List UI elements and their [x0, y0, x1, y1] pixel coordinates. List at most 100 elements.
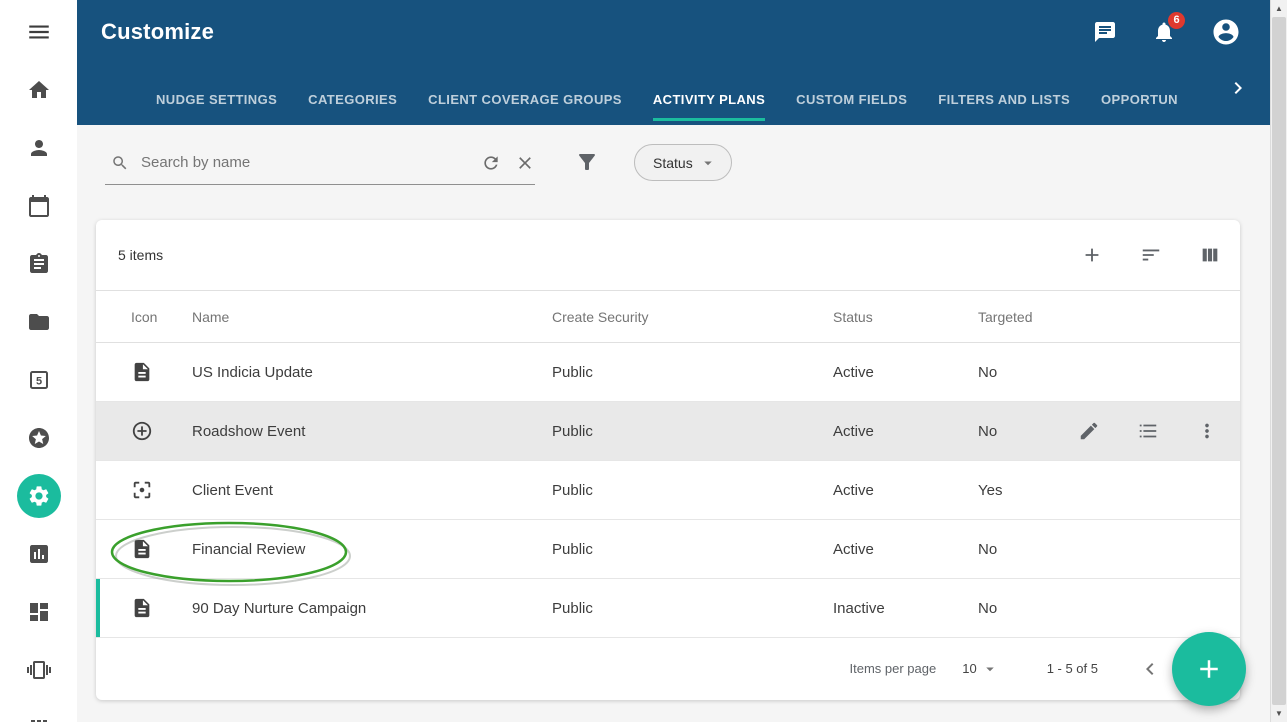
add-circle-icon	[131, 420, 153, 442]
table-row[interactable]: US Indicia Update Public Active No	[96, 343, 1240, 402]
pagination-bar: Items per page 10 1 - 5 of 5	[96, 638, 1240, 699]
table-row[interactable]: Roadshow Event Public Active No	[96, 402, 1240, 461]
hamburger-menu-button[interactable]	[17, 10, 61, 54]
settings-gear-icon	[27, 484, 51, 508]
left-nav-rail	[0, 0, 77, 722]
row-list-button[interactable]	[1137, 420, 1159, 442]
sidebar-item-home[interactable]	[17, 68, 61, 112]
previous-page-button[interactable]	[1138, 657, 1162, 681]
tab-categories[interactable]: CATEGORIES	[308, 92, 397, 121]
scrollbar-thumb[interactable]	[1272, 17, 1286, 705]
items-count: 5 items	[118, 247, 163, 263]
caret-down-icon	[699, 154, 717, 172]
sidebar-item-dashboard[interactable]	[17, 590, 61, 634]
sidebar-item-five[interactable]	[17, 358, 61, 402]
page-title: Customize	[101, 19, 214, 45]
table-row[interactable]: Financial Review Public Active No	[96, 520, 1240, 579]
sidebar-item-apps[interactable]	[17, 706, 61, 722]
row-more-button[interactable]	[1196, 420, 1218, 442]
page-size-select[interactable]: 10	[962, 660, 998, 678]
column-header-create-security[interactable]: Create Security	[552, 309, 833, 325]
sidebar-item-mobile[interactable]	[17, 648, 61, 692]
tabs-scroll-right-button[interactable]	[1226, 76, 1250, 100]
account-button[interactable]	[1211, 17, 1241, 47]
row-create-security: Public	[552, 541, 833, 558]
add-activity-plan-fab[interactable]	[1172, 632, 1246, 706]
row-name: Client Event	[192, 482, 552, 499]
plus-icon	[1194, 654, 1224, 684]
sort-button[interactable]	[1140, 244, 1162, 266]
sidebar-item-tasks[interactable]	[17, 242, 61, 286]
add-item-button[interactable]	[1081, 244, 1103, 266]
search-input[interactable]	[141, 154, 467, 171]
items-per-page-label: Items per page	[850, 661, 937, 676]
list-icon	[1137, 420, 1159, 442]
columns-icon	[1199, 244, 1221, 266]
table-row[interactable]: Client Event Public Active Yes	[96, 461, 1240, 520]
caret-down-icon	[981, 660, 999, 678]
tab-activity-plans[interactable]: ACTIVITY PLANS	[653, 92, 765, 121]
sidebar-item-contacts[interactable]	[17, 126, 61, 170]
row-create-security: Public	[552, 482, 833, 499]
refresh-button[interactable]	[481, 153, 501, 173]
sidebar-item-settings[interactable]	[17, 474, 61, 518]
document-icon	[131, 597, 153, 619]
filter-button[interactable]	[575, 150, 599, 174]
tasks-icon	[27, 252, 51, 276]
bar-chart-icon	[27, 542, 51, 566]
star-circle-icon	[27, 426, 51, 450]
edit-pencil-icon	[1078, 420, 1100, 442]
sidebar-item-favorites[interactable]	[17, 416, 61, 460]
column-header-name[interactable]: Name	[192, 309, 552, 325]
table-row[interactable]: 90 Day Nurture Campaign Public Inactive …	[96, 579, 1240, 638]
clear-search-button[interactable]	[515, 153, 535, 173]
folder-icon	[27, 310, 51, 334]
filter-funnel-icon	[575, 150, 599, 174]
vertical-scrollbar[interactable]: ▲ ▼	[1270, 0, 1287, 722]
chat-button[interactable]	[1093, 20, 1117, 44]
tab-opportunities[interactable]: OPPORTUN	[1101, 92, 1178, 121]
calendar-icon	[27, 194, 51, 218]
row-name: US Indicia Update	[192, 364, 552, 381]
document-icon	[131, 361, 153, 383]
sidebar-item-calendar[interactable]	[17, 184, 61, 228]
row-create-security: Public	[552, 423, 833, 440]
columns-button[interactable]	[1199, 244, 1221, 266]
row-name: 90 Day Nurture Campaign	[192, 600, 552, 617]
status-filter-chip[interactable]: Status	[634, 144, 732, 181]
refresh-icon	[481, 153, 501, 173]
column-header-targeted[interactable]: Targeted	[978, 309, 1066, 325]
app-header: Customize 6 NUDGE SETTINGS CATEGORIES CL…	[77, 0, 1270, 125]
focus-target-icon	[131, 479, 153, 501]
row-status: Inactive	[833, 600, 978, 617]
row-create-security: Public	[552, 600, 833, 617]
search-field	[105, 141, 535, 185]
chat-icon	[1093, 20, 1117, 44]
row-targeted: Yes	[978, 482, 1066, 499]
status-chip-label: Status	[653, 155, 693, 171]
row-targeted: No	[978, 364, 1066, 381]
sidebar-item-reports[interactable]	[17, 532, 61, 576]
notification-badge: 6	[1168, 12, 1185, 29]
edit-row-button[interactable]	[1078, 420, 1100, 442]
menu-icon	[26, 19, 52, 45]
tab-client-coverage-groups[interactable]: CLIENT COVERAGE GROUPS	[428, 92, 622, 121]
tab-custom-fields[interactable]: CUSTOM FIELDS	[796, 92, 907, 121]
row-create-security: Public	[552, 364, 833, 381]
column-header-status[interactable]: Status	[833, 309, 978, 325]
tab-filters-and-lists[interactable]: FILTERS AND LISTS	[938, 92, 1070, 121]
scroll-up-arrow[interactable]: ▲	[1271, 0, 1287, 17]
row-status: Active	[833, 423, 978, 440]
tab-nudge-settings[interactable]: NUDGE SETTINGS	[156, 92, 277, 121]
account-avatar-icon	[1211, 17, 1241, 47]
row-targeted: No	[978, 600, 1066, 617]
close-icon	[515, 153, 535, 173]
column-header-icon[interactable]: Icon	[96, 309, 192, 325]
main-content: Status 5 items Icon Name Create Security…	[77, 125, 1270, 722]
sidebar-item-files[interactable]	[17, 300, 61, 344]
more-vert-icon	[1196, 420, 1218, 442]
dashboard-icon	[27, 600, 51, 624]
scroll-down-arrow[interactable]: ▼	[1271, 705, 1287, 722]
chevron-right-icon	[1226, 76, 1250, 100]
notifications-button[interactable]: 6	[1152, 20, 1176, 44]
